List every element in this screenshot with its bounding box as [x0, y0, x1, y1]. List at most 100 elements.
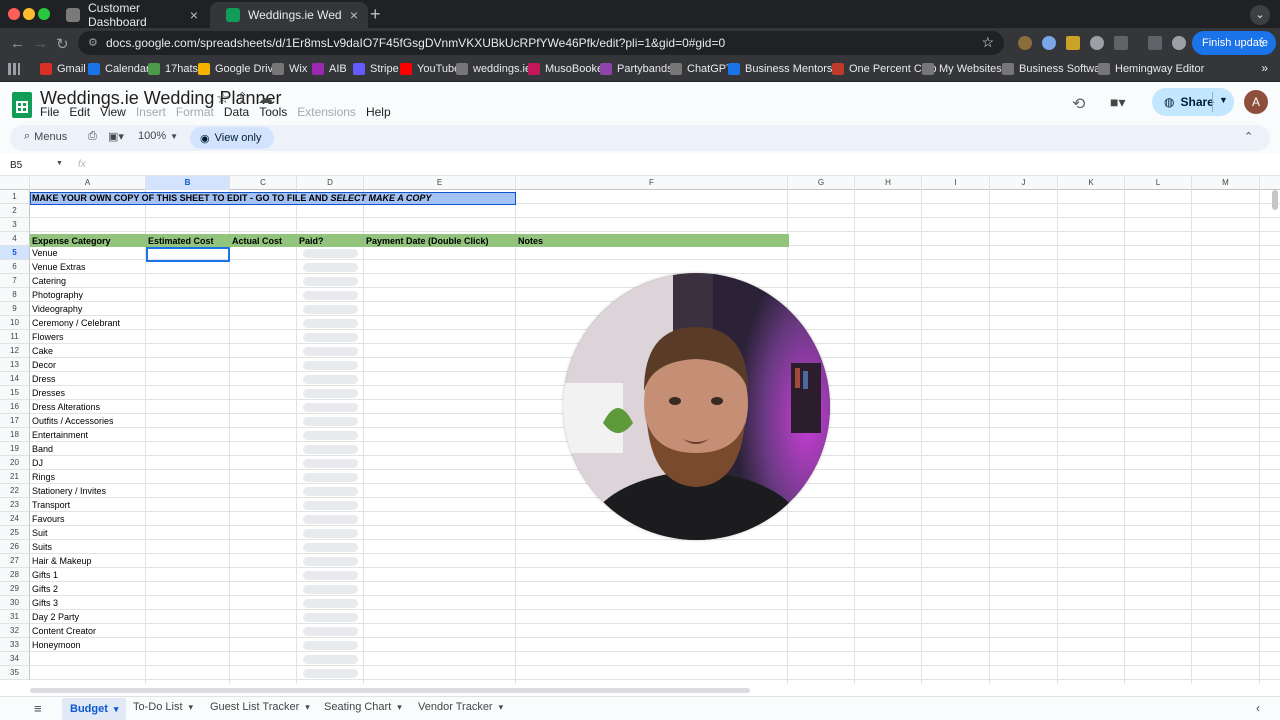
- row-header-26[interactable]: 26: [0, 540, 30, 554]
- row-header-16[interactable]: 16: [0, 400, 30, 414]
- reading-list-icon[interactable]: [1148, 36, 1162, 50]
- category-cell[interactable]: Rings: [30, 470, 146, 484]
- paid-dropdown-chip[interactable]: [303, 473, 358, 482]
- horizontal-scrollbar[interactable]: [30, 688, 750, 693]
- menu-view[interactable]: View: [100, 104, 133, 120]
- column-header-d[interactable]: D: [297, 176, 364, 190]
- category-cell[interactable]: Gifts 1: [30, 568, 146, 582]
- category-cell[interactable]: Dresses: [30, 386, 146, 400]
- bookmark-youtube[interactable]: YouTube: [400, 63, 460, 75]
- finish-update-button[interactable]: Finish update ⋮: [1192, 31, 1276, 55]
- category-cell[interactable]: Flowers: [30, 330, 146, 344]
- category-cell[interactable]: Stationery / Invites: [30, 484, 146, 498]
- paid-dropdown-chip[interactable]: [303, 403, 358, 412]
- header-cell-notes[interactable]: Notes: [518, 234, 543, 248]
- category-cell[interactable]: DJ: [30, 456, 146, 470]
- paid-dropdown-chip[interactable]: [303, 319, 358, 328]
- paid-dropdown-chip[interactable]: [303, 249, 358, 258]
- new-tab-icon[interactable]: +: [370, 4, 381, 25]
- row-header-33[interactable]: 33: [0, 638, 30, 652]
- sheet-tab-menu-icon[interactable]: ▾: [397, 702, 402, 713]
- bookmark-my-websites[interactable]: My Websites: [922, 63, 1002, 75]
- menu-format[interactable]: Format: [176, 104, 221, 120]
- bookmark-one-percent-club[interactable]: One Percent Club: [832, 63, 936, 75]
- paid-dropdown-chip[interactable]: [303, 543, 358, 552]
- address-bar[interactable]: ⚙ docs.google.com/spreadsheets/d/1Er8msL…: [78, 31, 1004, 55]
- paid-dropdown-chip[interactable]: [303, 291, 358, 300]
- menu-file[interactable]: File: [40, 104, 66, 120]
- row-header-32[interactable]: 32: [0, 624, 30, 638]
- sheet-tab-menu-icon[interactable]: ▾: [114, 704, 119, 715]
- column-header-j[interactable]: J: [990, 176, 1058, 190]
- row-header-6[interactable]: 6: [0, 260, 30, 274]
- more-bookmarks-icon[interactable]: »: [1261, 61, 1268, 75]
- column-header-m[interactable]: M: [1192, 176, 1260, 190]
- all-sheets-menu-icon[interactable]: ≡: [34, 701, 42, 716]
- category-cell[interactable]: Entertainment: [30, 428, 146, 442]
- row-header-5[interactable]: 5: [0, 246, 30, 260]
- menu-insert[interactable]: Insert: [136, 104, 173, 120]
- name-box-dropdown-icon[interactable]: ▼: [56, 160, 63, 167]
- bookmark-aib[interactable]: AIB: [312, 63, 347, 75]
- paid-dropdown-chip[interactable]: [303, 445, 358, 454]
- row-header-1[interactable]: 1: [0, 190, 30, 204]
- extension-icon[interactable]: [1018, 36, 1032, 50]
- row-header-31[interactable]: 31: [0, 610, 30, 624]
- close-tab-icon[interactable]: ×: [350, 7, 358, 23]
- close-window-button[interactable]: [8, 8, 20, 20]
- bookmark-stripe[interactable]: Stripe: [353, 63, 399, 75]
- paid-dropdown-chip[interactable]: [303, 669, 358, 678]
- menu-data[interactable]: Data: [224, 104, 256, 120]
- bookmark-musobooker[interactable]: MusoBooker: [528, 63, 607, 75]
- print-icon[interactable]: ⎙: [88, 130, 97, 143]
- row-header-30[interactable]: 30: [0, 596, 30, 610]
- row-header-4[interactable]: 4: [0, 232, 30, 246]
- paid-dropdown-chip[interactable]: [303, 361, 358, 370]
- column-header-b[interactable]: B: [146, 176, 230, 190]
- category-cell[interactable]: Outfits / Accessories: [30, 414, 146, 428]
- row-header-27[interactable]: 27: [0, 554, 30, 568]
- back-icon[interactable]: ←: [10, 35, 25, 52]
- paid-dropdown-chip[interactable]: [303, 529, 358, 538]
- share-button[interactable]: ◍ Share ▼: [1152, 88, 1234, 116]
- forward-icon[interactable]: →: [33, 35, 48, 52]
- bookmark-chatgpt[interactable]: ChatGPT: [670, 63, 733, 75]
- paid-dropdown-chip[interactable]: [303, 389, 358, 398]
- row-header-35[interactable]: 35: [0, 666, 30, 680]
- extension-icon[interactable]: [1066, 36, 1080, 50]
- bookmark-business-software[interactable]: Business Software: [1002, 63, 1110, 75]
- apps-grid-icon[interactable]: [8, 63, 20, 75]
- extensions-puzzle-icon[interactable]: [1114, 36, 1128, 50]
- paid-dropdown-chip[interactable]: [303, 347, 358, 356]
- site-info-icon[interactable]: ⚙: [88, 36, 98, 49]
- row-header-17[interactable]: 17: [0, 414, 30, 428]
- row-header-7[interactable]: 7: [0, 274, 30, 288]
- category-cell[interactable]: Cake: [30, 344, 146, 358]
- bookmark-business-mentors[interactable]: Business Mentors...: [728, 63, 842, 75]
- zoom-select[interactable]: 100% ▼: [138, 130, 178, 142]
- category-cell[interactable]: Dress: [30, 372, 146, 386]
- select-all-corner[interactable]: [0, 176, 30, 190]
- bookmark-17hats[interactable]: 17hats: [148, 63, 198, 75]
- header-cell-paid[interactable]: Paid?: [299, 234, 324, 248]
- version-history-icon[interactable]: ⟲: [1072, 94, 1085, 114]
- bookmark-gmail[interactable]: Gmail: [40, 63, 86, 75]
- paid-dropdown-chip[interactable]: [303, 641, 358, 650]
- paid-dropdown-chip[interactable]: [303, 585, 358, 594]
- paid-dropdown-chip[interactable]: [303, 431, 358, 440]
- paid-dropdown-chip[interactable]: [303, 613, 358, 622]
- reload-icon[interactable]: ↻: [56, 35, 69, 53]
- paint-format-icon[interactable]: ▣▾: [108, 130, 124, 143]
- sheet-tab-to-do-list[interactable]: To-Do List ▾: [133, 701, 193, 713]
- extension-icon[interactable]: [1042, 36, 1056, 50]
- row-header-20[interactable]: 20: [0, 456, 30, 470]
- paid-dropdown-chip[interactable]: [303, 277, 358, 286]
- category-cell[interactable]: Ceremony / Celebrant: [30, 316, 146, 330]
- paid-dropdown-chip[interactable]: [303, 305, 358, 314]
- bookmark-star-icon[interactable]: ☆: [981, 34, 994, 51]
- category-cell[interactable]: Gifts 3: [30, 596, 146, 610]
- column-header-c[interactable]: C: [230, 176, 297, 190]
- row-header-8[interactable]: 8: [0, 288, 30, 302]
- paid-dropdown-chip[interactable]: [303, 375, 358, 384]
- bookmark-google-drive[interactable]: Google Drive: [198, 63, 279, 75]
